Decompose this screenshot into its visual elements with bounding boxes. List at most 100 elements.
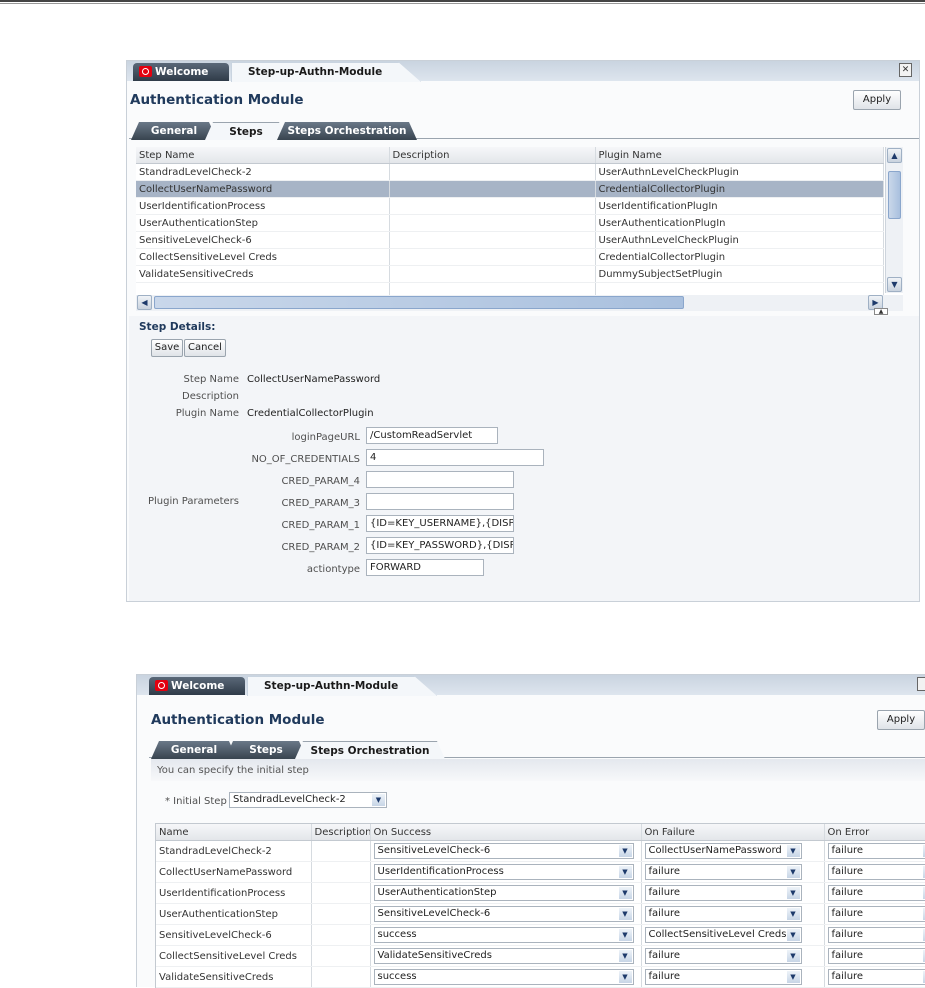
on-error-select[interactable]: failure▼ [828,927,925,943]
apply-button-2[interactable]: Apply [877,710,925,730]
cancel-button[interactable]: Cancel [184,339,226,357]
initial-step-select[interactable]: StandradLevelCheck-2 ▼ [229,792,387,808]
welcome-tab-2[interactable]: Welcome [149,677,245,695]
on-failure-value: CollectUserNamePassword [649,845,782,856]
close-tab-icon[interactable]: ✕ [899,63,912,77]
col-description[interactable]: Description [389,147,595,164]
vertical-scroll-thumb[interactable] [888,171,901,219]
step-name-value: CollectUserNamePassword [247,374,380,385]
apply-button[interactable]: Apply [853,90,901,110]
on-error-value: failure [832,887,864,898]
param-input-no-of-credentials[interactable]: 4 [366,449,544,466]
param-input-actiontype[interactable]: FORWARD [366,559,484,576]
on-success-select[interactable]: UserIdentificationProcess▼ [374,864,634,880]
cell-plugin: UserAuthenticationPlugIn [595,215,883,232]
close-tab-icon-2[interactable] [917,677,925,691]
on-success-select[interactable]: success▼ [374,969,634,985]
on-failure-select[interactable]: failure ▼ [645,969,802,985]
param-input-cred-param-1[interactable]: {ID=KEY_USERNAME},{DISPLAY_NA [366,515,514,532]
chevron-down-icon: ▼ [619,971,632,983]
save-button[interactable]: Save [151,339,183,357]
on-success-select[interactable]: ValidateSensitiveCreds▼ [374,948,634,964]
scroll-left-icon[interactable]: ◀ [137,295,152,310]
on-success-select[interactable]: SensitiveLevelCheck-6▼ [374,906,634,922]
param-label-loginpageurl: loginPageURL [187,432,360,443]
chevron-down-icon: ▼ [787,887,800,899]
on-success-select[interactable]: success▼ [374,927,634,943]
table-row[interactable]: CollectUserNamePasswordCredentialCollect… [136,181,883,198]
chevron-down-icon: ▼ [619,845,632,857]
step-details-heading: Step Details: [139,321,215,333]
scroll-down-icon[interactable]: ▼ [887,277,902,292]
tab-steps-orchestration[interactable]: Steps Orchestration [277,122,417,140]
table-row[interactable]: CollectSensitiveLevel CredsCredentialCol… [136,249,883,266]
on-error-select[interactable]: failure▼ [828,864,925,880]
col-description-2[interactable]: Description [311,824,370,841]
param-input-cred-param-2[interactable]: {ID=KEY_PASSWORD},{DISPLAY_N [366,537,514,554]
on-failure-select[interactable]: CollectSensitiveLevel Creds▼ [645,927,802,943]
info-text: You can specify the initial step [157,765,309,776]
cell-description [389,215,595,232]
cell-failure: failure▼ [641,946,824,967]
document-tab-bar: Welcome Step-up-Authn-Module ✕ [127,61,919,81]
steps-vertical-scrollbar[interactable]: ▲ ▼ [885,147,903,293]
table-row: UserIdentificationProcessUserAuthenticat… [156,883,925,904]
chevron-down-icon: ▼ [787,929,800,941]
on-error-select[interactable]: failure▼ [828,906,925,922]
on-failure-select[interactable]: CollectUserNamePassword ▼ [645,843,802,859]
table-row[interactable]: UserAuthenticationStepUserAuthentication… [136,215,883,232]
cell-success: success▼ [370,925,641,946]
on-success-value: UserAuthenticationStep [378,887,497,898]
table-row[interactable]: SensitiveLevelCheck-6UserAuthnLevelCheck… [136,232,883,249]
module-tab-label: Step-up-Authn-Module [248,66,382,78]
tab-steps[interactable]: Steps [205,122,287,140]
scroll-up-icon[interactable]: ▲ [887,148,902,163]
on-failure-value: failure [649,908,681,919]
param-input-cred-param-3[interactable] [366,493,514,510]
tab-general[interactable]: General [131,122,217,140]
tab-steps-orchestration-2[interactable]: Steps Orchestration [295,741,445,759]
col-on-failure[interactable]: On Failure [641,824,824,841]
on-failure-select[interactable]: failure▼ [645,864,802,880]
chevron-down-icon: ▼ [787,971,800,983]
tab-steps-2[interactable]: Steps [225,741,307,759]
table-row[interactable]: ValidateSensitiveCredsDummySubjectSetPlu… [136,266,883,283]
on-failure-select[interactable]: failure▼ [645,906,802,922]
chevron-down-icon: ▼ [787,845,800,857]
cell-description [389,266,595,283]
table-row[interactable]: UserIdentificationProcessUserIdentificat… [136,198,883,215]
horizontal-scroll-thumb[interactable] [154,296,684,309]
on-failure-value: failure [649,971,681,982]
steps-horizontal-scrollbar[interactable]: ◀ ▶ [136,295,903,311]
table-row[interactable]: StandradLevelCheck-2UserAuthnLevelCheckP… [136,164,883,181]
on-success-select[interactable]: SensitiveLevelCheck-6▼ [374,843,634,859]
on-failure-select[interactable]: failure▼ [645,948,802,964]
on-error-value: failure [832,971,864,982]
param-input-loginpageurl[interactable]: /CustomReadServlet [366,427,498,444]
splitter-handle-icon[interactable]: ▲ [874,308,888,315]
col-step-name[interactable]: Step Name [136,147,389,164]
on-error-select[interactable]: failure▼ [828,843,925,859]
on-error-select[interactable]: failure▼ [828,948,925,964]
cell-plugin: DummySubjectSetPlugin [595,266,883,283]
on-error-select[interactable]: failure▼ [828,969,925,985]
cell-name: StandradLevelCheck-2 [136,164,389,181]
welcome-tab[interactable]: Welcome [133,63,229,81]
on-success-select[interactable]: UserAuthenticationStep▼ [374,885,634,901]
cell-error: failure▼ [824,883,925,904]
col-on-error[interactable]: On Error [824,824,925,841]
on-failure-select[interactable]: failure▼ [645,885,802,901]
chevron-down-icon: ▼ [619,950,632,962]
col-on-success[interactable]: On Success [370,824,641,841]
module-tab[interactable]: Step-up-Authn-Module [231,62,421,82]
param-input-cred-param-4[interactable] [366,471,514,488]
on-failure-value: failure [649,950,681,961]
on-success-value: UserIdentificationProcess [378,866,504,877]
on-error-select[interactable]: failure▼ [828,885,925,901]
table-row: CollectSensitiveLevel CredsValidateSensi… [156,946,925,967]
cell-plugin: CredentialCollectorPlugin [595,181,883,198]
col-plugin-name[interactable]: Plugin Name [595,147,883,164]
tab-general-2[interactable]: General [151,741,237,759]
module-tab-2[interactable]: Step-up-Authn-Module [247,676,437,696]
col-name[interactable]: Name [156,824,311,841]
